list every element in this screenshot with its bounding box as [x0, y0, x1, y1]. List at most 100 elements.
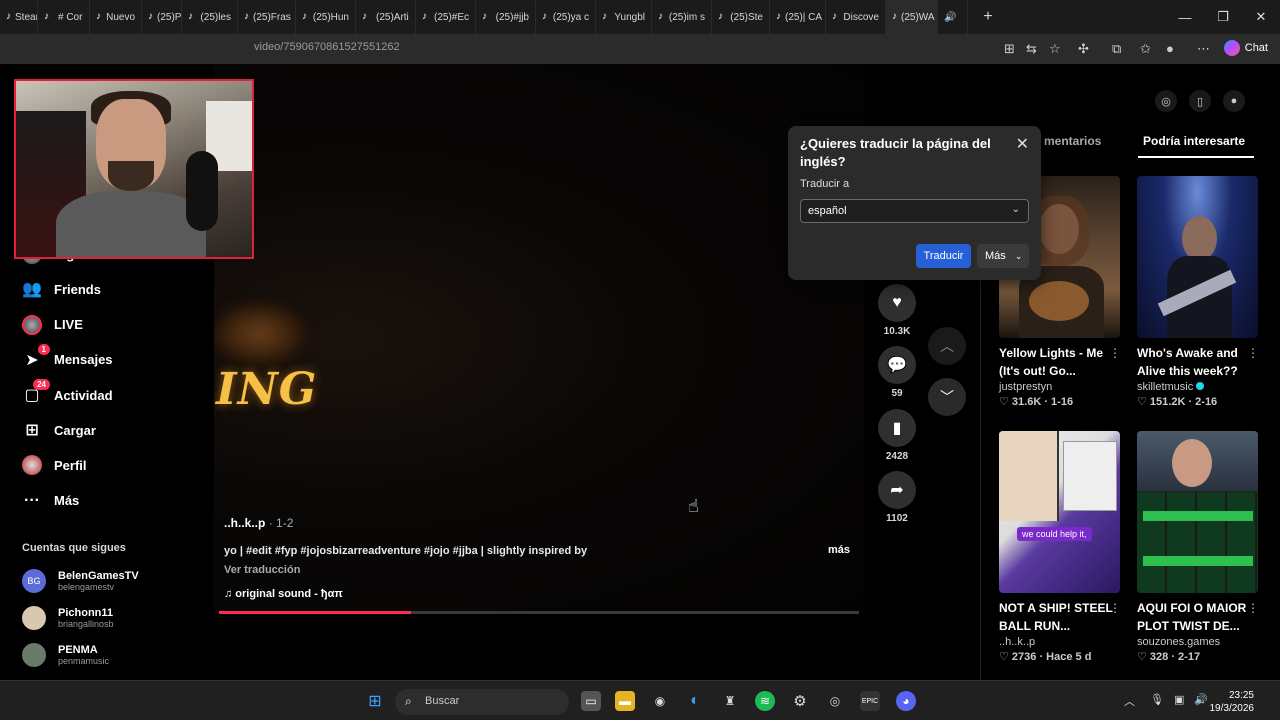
volume-icon[interactable]: 🔊: [1194, 693, 1208, 706]
copilot-chat-button[interactable]: Chat: [1223, 40, 1268, 56]
more-options-button[interactable]: Más ⌄: [977, 244, 1029, 268]
task-view-icon[interactable]: ▭: [581, 691, 601, 711]
browser-tab[interactable]: ♪ (25)WA: [886, 0, 938, 34]
video-author[interactable]: ..h..k..p · 1-2: [224, 516, 293, 530]
sidebar-item-cargar[interactable]: ⊞ Cargar: [22, 415, 96, 445]
sidebar-item-friends[interactable]: 👥 Friends: [22, 274, 101, 304]
card-user[interactable]: skilletmusic: [1137, 381, 1259, 393]
url-field[interactable]: video/7590670861527551262: [254, 41, 400, 53]
card-title[interactable]: Who's Awake and Alive this week??: [1137, 344, 1257, 380]
video-card[interactable]: we could help it, NOT A SHIP! STEEL BALL…: [999, 431, 1121, 663]
video-thumbnail[interactable]: we could help it,: [999, 431, 1120, 593]
browser-tab[interactable]: ♪ (25)im s: [652, 0, 712, 34]
browser-tab[interactable]: ♪ (25)| CA: [770, 0, 826, 34]
close-window-icon[interactable]: ✕: [1242, 9, 1280, 25]
bookmark-icon[interactable]: ▮: [878, 409, 916, 447]
close-icon[interactable]: ✕: [1016, 134, 1029, 154]
browser-tab[interactable]: ♪ # Cor: [38, 0, 90, 34]
video-thumbnail[interactable]: [1137, 431, 1258, 593]
sidebar-item-más[interactable]: ··· Más: [22, 486, 79, 516]
author-name[interactable]: ..h..k..p: [224, 516, 265, 530]
share-icon[interactable]: ➦: [878, 471, 916, 509]
new-tab-icon[interactable]: +: [968, 0, 1008, 34]
taskbar-search[interactable]: ⌕ Buscar: [395, 689, 569, 715]
video-player[interactable]: ING ..h..k..p · 1-2 yo | #edit #fyp #joj…: [214, 64, 864, 614]
minimize-icon[interactable]: —: [1166, 10, 1204, 25]
favorites-icon[interactable]: ✩: [1140, 41, 1151, 57]
sidebar-item-actividad[interactable]: ▢ 24 Actividad: [22, 379, 113, 410]
more-options-icon[interactable]: ⋮: [1109, 601, 1121, 615]
app-icon[interactable]: ♜: [720, 691, 740, 711]
browser-tab[interactable]: ♪ (25)Hun: [296, 0, 356, 34]
phone-icon[interactable]: ▯: [1189, 90, 1211, 112]
card-title[interactable]: Yellow Lights - Me (It's out! Go...: [999, 344, 1119, 380]
browser-tab[interactable]: ♪ Nuevo: [90, 0, 142, 34]
epic-games-icon[interactable]: EPIC: [860, 691, 880, 711]
edge-icon[interactable]: ◐: [685, 691, 705, 711]
star-icon[interactable]: ☆: [1049, 41, 1061, 57]
menu-dots-icon[interactable]: ⋯: [1197, 41, 1210, 57]
chevron-up-icon[interactable]: ︿: [1124, 693, 1135, 709]
compass-icon[interactable]: ◎: [1155, 90, 1177, 112]
sidebar-item-mensajes[interactable]: ➤ 1 Mensajes: [22, 343, 113, 375]
maximize-icon[interactable]: ❐: [1204, 9, 1242, 25]
card-title[interactable]: NOT A SHIP! STEEL BALL RUN...: [999, 599, 1119, 635]
browser-tab[interactable]: ♪ (25)#jjb: [476, 0, 536, 34]
comment-action[interactable]: 💬 59: [877, 346, 917, 399]
file-explorer-icon[interactable]: ▬: [615, 691, 635, 711]
video-card[interactable]: Who's Awake and Alive this week?? skille…: [1137, 176, 1259, 408]
sidebar-item-live[interactable]: LIVE: [22, 310, 83, 340]
heart-icon[interactable]: ♥: [878, 284, 916, 322]
tab-comments[interactable]: mentarios: [1044, 134, 1101, 148]
microphone-icon[interactable]: 🎙: [1150, 693, 1164, 706]
card-user[interactable]: ..h..k..p: [999, 636, 1121, 648]
user-avatar[interactable]: ●: [1223, 90, 1245, 112]
sound-link[interactable]: ♫ original sound - ђαπ: [224, 588, 343, 600]
more-link[interactable]: más: [828, 544, 850, 556]
browser-tab[interactable]: ♪ Discove: [826, 0, 886, 34]
clock[interactable]: 23:25 19/3/2026: [1210, 689, 1255, 715]
extensions-icon[interactable]: ✣: [1078, 41, 1089, 57]
browser-tab[interactable]: ♪ (25)Fras: [238, 0, 296, 34]
share-action[interactable]: ➦ 1102: [877, 471, 917, 524]
browser-tab[interactable]: ♪ (25)Pele: [142, 0, 182, 34]
comment-icon[interactable]: 💬: [878, 346, 916, 384]
tab-might-interest[interactable]: Podría interesarte: [1143, 134, 1245, 148]
translate-icon[interactable]: ⇆: [1026, 41, 1037, 57]
like-action[interactable]: ♥ 10.3K: [877, 284, 917, 337]
card-username[interactable]: skilletmusic: [1137, 381, 1193, 393]
settings-icon[interactable]: ⚙: [790, 691, 810, 711]
browser-tab[interactable]: ♪ Yungbl: [596, 0, 652, 34]
steam-icon[interactable]: ◎: [825, 691, 845, 711]
chrome-icon[interactable]: ◉: [650, 691, 670, 711]
spotify-icon[interactable]: ≋: [755, 691, 775, 711]
browser-tab[interactable]: ♪ (25)Ste: [712, 0, 770, 34]
browser-tab[interactable]: ♪ Steam: [0, 0, 38, 34]
more-options-icon[interactable]: ⋮: [1247, 601, 1259, 615]
more-options-icon[interactable]: ⋮: [1247, 346, 1259, 360]
previous-video-button[interactable]: ︿: [928, 327, 966, 365]
browser-tab[interactable]: ♪ (25)Arti: [356, 0, 416, 34]
browser-tab[interactable]: ♪ (25)#Ec: [416, 0, 476, 34]
following-account[interactable]: Pichonn11 briangallinosb: [22, 606, 114, 630]
card-user[interactable]: justprestyn: [999, 381, 1121, 393]
see-translation-link[interactable]: Ver traducción: [224, 564, 300, 576]
language-select[interactable]: español ⌄: [800, 199, 1029, 223]
video-progress-bar[interactable]: [219, 611, 859, 614]
video-thumbnail[interactable]: [1137, 176, 1258, 338]
video-card[interactable]: AQUI FOI O MAIOR PLOT TWIST DE... souzon…: [1137, 431, 1259, 663]
app-icon[interactable]: ⊞: [1004, 41, 1015, 57]
following-account[interactable]: BG BelenGamesTV belengamestv: [22, 569, 139, 593]
audio-icon[interactable]: 🔊: [938, 0, 968, 34]
save-action[interactable]: ▮ 2428: [877, 409, 917, 462]
split-screen-icon[interactable]: ⧉: [1112, 41, 1121, 57]
translate-button[interactable]: Traducir: [916, 244, 971, 268]
card-user[interactable]: souzones.games: [1137, 636, 1259, 648]
following-account[interactable]: PENMA penmamusic: [22, 643, 109, 667]
discord-icon[interactable]: ◕: [896, 691, 916, 711]
windows-start-icon[interactable]: ⊞: [365, 691, 385, 711]
next-video-button[interactable]: ﹀: [928, 378, 966, 416]
profile-avatar-icon[interactable]: ●: [1166, 41, 1174, 56]
network-icon[interactable]: ▣: [1174, 693, 1184, 706]
sidebar-item-perfil[interactable]: Perfil: [22, 450, 87, 480]
